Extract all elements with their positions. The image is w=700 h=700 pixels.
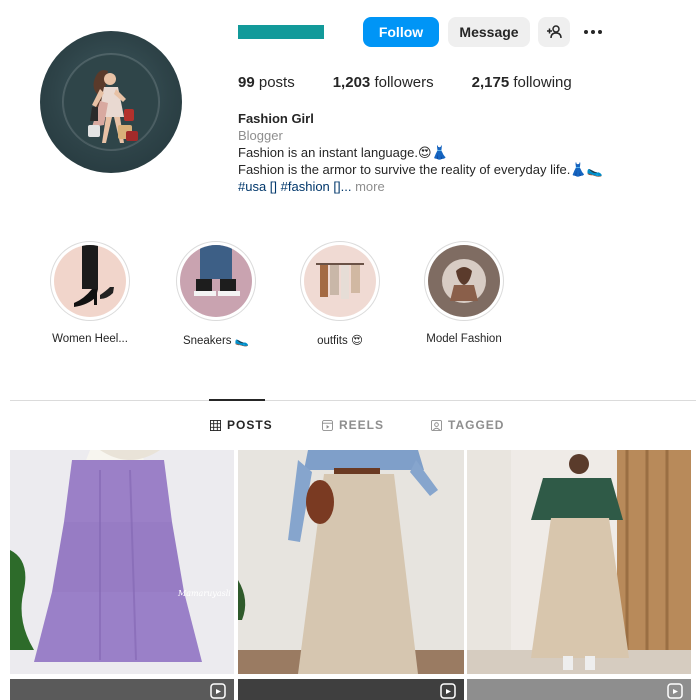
tab-tagged-label: TAGGED (448, 418, 505, 432)
tab-posts[interactable]: POSTS (210, 418, 273, 432)
reel-icon (667, 683, 683, 699)
post-thumbnail[interactable] (467, 450, 691, 674)
highlight-ring (50, 241, 130, 321)
outfits-thumbnail (304, 245, 376, 317)
following-stat[interactable]: 2,175 following (472, 74, 572, 91)
grid-icon (210, 419, 221, 431)
reel-icon (440, 683, 456, 699)
followers-stat[interactable]: 1,203 followers (333, 74, 434, 91)
bio-line-1: Fashion is an instant language.😍👗 (238, 145, 448, 160)
highlight-outfits[interactable]: outfits 😍 (275, 241, 405, 347)
post-thumbnail[interactable]: Mamaruyasli (10, 450, 234, 674)
tabs-divider (10, 400, 696, 401)
bio-hashtags[interactable]: #usa [] #fashion []... (238, 179, 351, 194)
username-redacted (238, 25, 324, 39)
highlight-label: Model Fashion (426, 333, 502, 345)
highlight-label: Women Heel... (52, 333, 128, 345)
tab-posts-label: POSTS (227, 418, 273, 432)
highlight-label: outfits 😍 (317, 335, 363, 347)
post-thumbnail[interactable] (10, 679, 234, 700)
message-button[interactable]: Message (448, 17, 530, 47)
highlight-label: Sneakers 🥿 (182, 335, 250, 347)
highlight-ring (424, 241, 504, 321)
fashion-girl-illustration (64, 55, 158, 149)
post-watermark: Mamaruyasli (177, 589, 231, 598)
add-user-icon (547, 25, 562, 39)
highlight-sneakers[interactable]: Sneakers 🥿 (151, 241, 281, 347)
highlight-women-heels[interactable]: Women Heel... (25, 241, 155, 345)
bio-line-2: Fashion is the armor to survive the real… (238, 162, 603, 177)
bio-more-link[interactable]: more (351, 179, 385, 194)
profile-name: Fashion Girl (238, 111, 314, 126)
heels-thumbnail (54, 245, 126, 317)
highlight-ring (176, 241, 256, 321)
tagged-icon (431, 419, 442, 431)
beige-skirt-photo (238, 450, 464, 674)
profile-stats: 99 posts 1,203 followers 2,175 following (238, 74, 610, 91)
purple-skirt-photo: Mamaruyasli (10, 450, 234, 674)
post-thumbnail[interactable] (238, 450, 464, 674)
tab-reels-label: REELS (339, 418, 385, 432)
model-fashion-thumbnail (428, 245, 500, 317)
reel-icon (210, 683, 226, 699)
add-user-button[interactable] (538, 17, 570, 47)
bio-tags-line: #usa [] #fashion []... more (238, 178, 603, 195)
profile-category: Blogger (238, 128, 283, 143)
sneakers-thumbnail (180, 245, 252, 317)
highlight-model-fashion[interactable]: Model Fashion (399, 241, 529, 345)
follow-button[interactable]: Follow (363, 17, 439, 47)
more-options-icon[interactable] (580, 22, 606, 42)
reels-icon (322, 419, 333, 431)
post-thumbnail[interactable] (467, 679, 691, 700)
active-tab-indicator (209, 399, 265, 401)
post-thumbnail[interactable] (238, 679, 464, 700)
profile-bio: Fashion Girl Blogger Fashion is an insta… (238, 110, 603, 195)
posts-stat: 99 posts (238, 74, 295, 91)
tab-tagged[interactable]: TAGGED (431, 418, 504, 432)
tab-reels[interactable]: REELS (322, 418, 384, 432)
profile-avatar[interactable] (40, 31, 182, 173)
green-top-skirt-photo (467, 450, 691, 674)
highlight-ring (300, 241, 380, 321)
